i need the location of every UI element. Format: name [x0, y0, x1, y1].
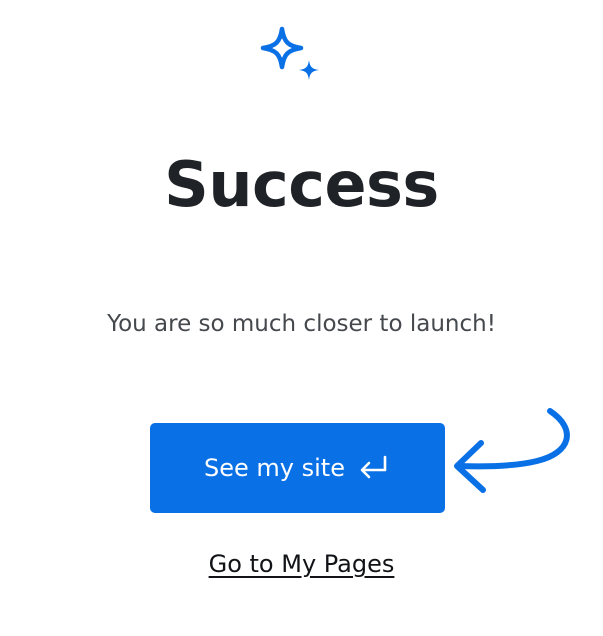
curved-arrow-icon	[454, 408, 570, 493]
see-my-site-button[interactable]: See my site	[150, 423, 445, 513]
page-title: Success	[164, 148, 439, 221]
success-message: You are so much closer to launch!	[107, 311, 496, 337]
enter-return-icon	[360, 455, 387, 479]
go-to-my-pages-link[interactable]: Go to My Pages	[0, 546, 603, 582]
sparkle-icon	[260, 26, 319, 80]
see-my-site-label: See my site	[204, 454, 345, 482]
